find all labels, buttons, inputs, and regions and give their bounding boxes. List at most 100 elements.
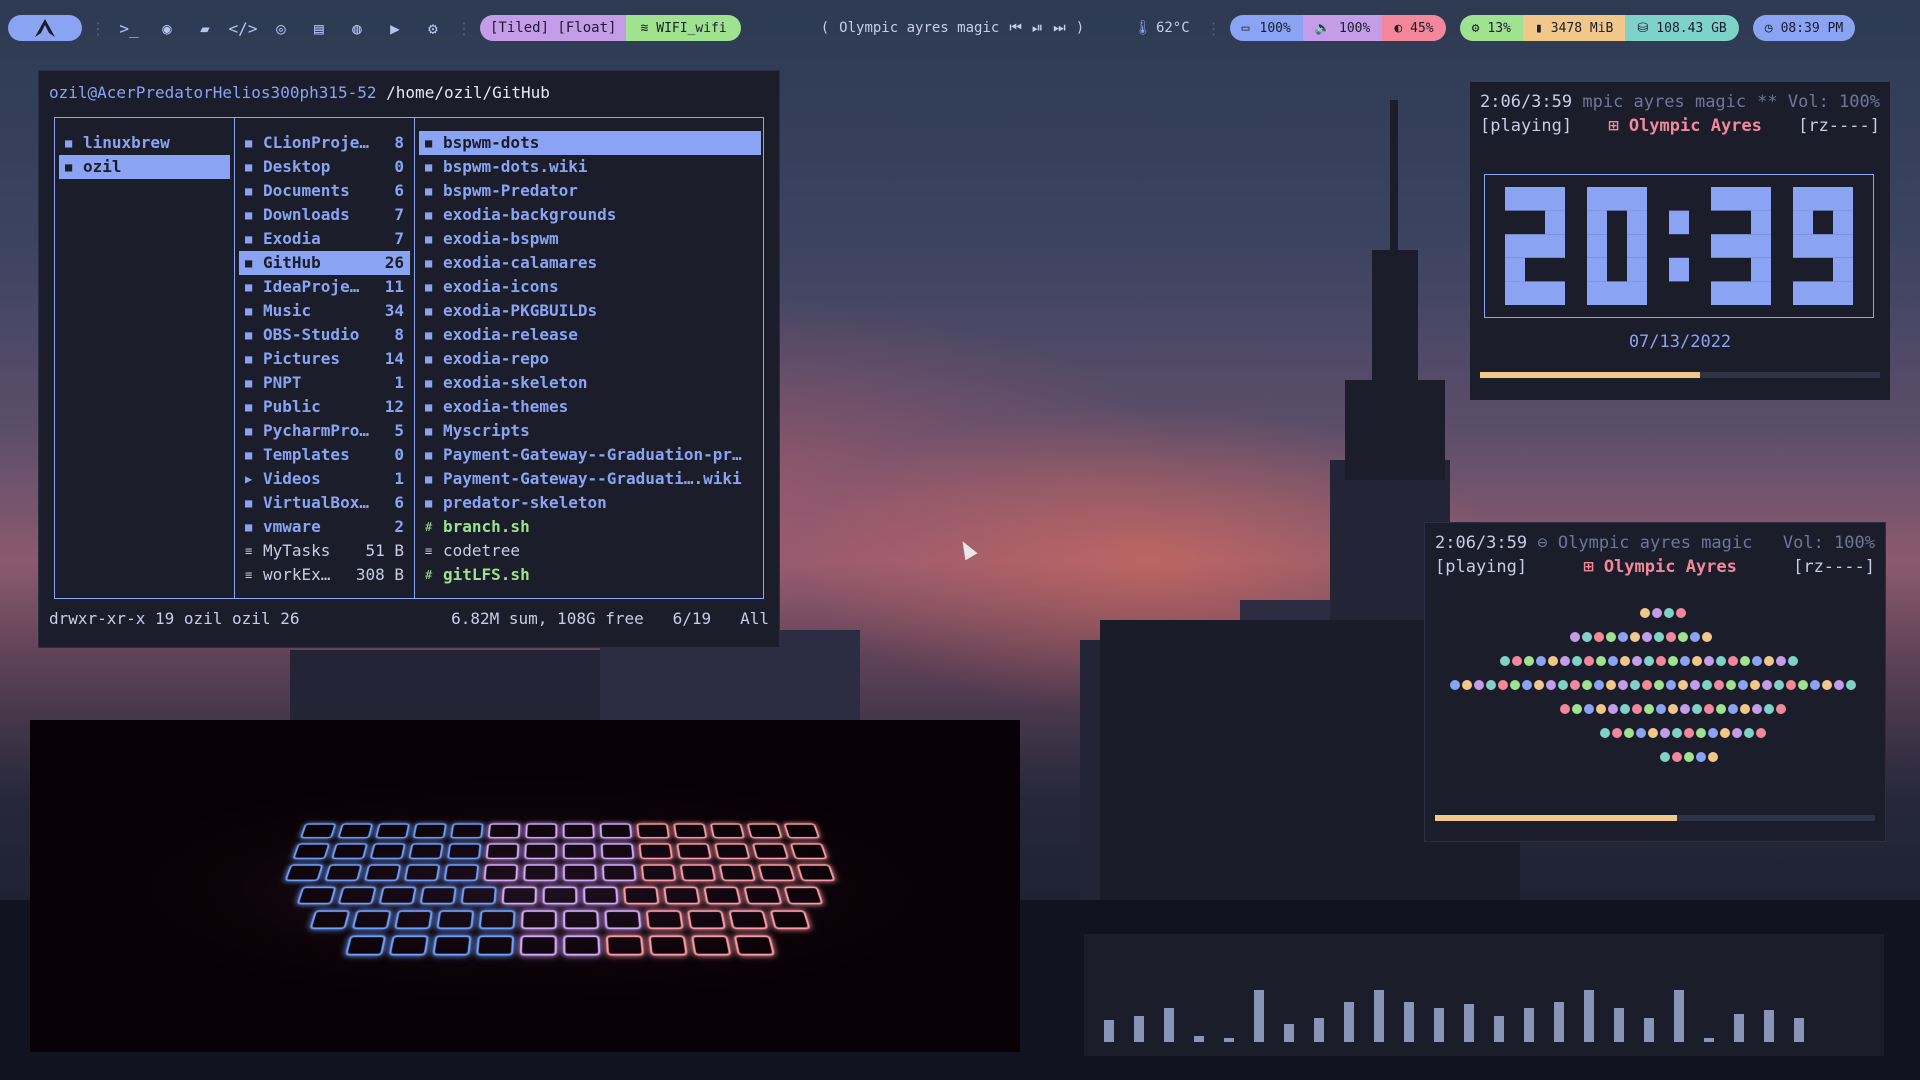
visualizer-dot bbox=[1678, 680, 1688, 690]
keyboard-key bbox=[796, 864, 836, 882]
folder-row[interactable]: ■ exodia-skeleton bbox=[419, 371, 761, 395]
folder-icon: ■ bbox=[425, 184, 433, 198]
folder-row[interactable]: ■ CLionProje… 8 bbox=[239, 131, 410, 155]
folder-row[interactable]: ■ Pictures 14 bbox=[239, 347, 410, 371]
visualizer-dot bbox=[1548, 656, 1558, 666]
system-group: ⚙ 13% ▮ 3478 MiB ⛁ 108.43 GB bbox=[1459, 15, 1739, 41]
preview-column: ■ bspwm-dots ■ bspwm-dots.wiki ■ bspwm-Predat… bbox=[415, 118, 765, 598]
arch-logo-icon[interactable] bbox=[8, 15, 82, 41]
folder-icon: ■ bbox=[425, 448, 433, 462]
folder-row[interactable]: ■ Myscripts bbox=[419, 419, 761, 443]
cpu-indicator: ⚙ 13% bbox=[1459, 15, 1523, 41]
visualizer-dot bbox=[1822, 680, 1832, 690]
firefox-icon[interactable]: ◉ bbox=[152, 15, 182, 41]
spectrum-bar bbox=[1254, 990, 1264, 1042]
folder-row[interactable]: ■ predator-skeleton bbox=[419, 491, 761, 515]
folder-row[interactable]: ■ Desktop 0 bbox=[239, 155, 410, 179]
visualizer-dot bbox=[1684, 728, 1694, 738]
folder-row[interactable]: ■ vmware 2 bbox=[239, 515, 410, 539]
previous-icon[interactable]: ⏮ bbox=[1009, 20, 1022, 36]
audio-spectrum bbox=[1084, 934, 1884, 1056]
folder-row[interactable]: ■ ozil bbox=[59, 155, 230, 179]
youtube-icon[interactable]: ▶ bbox=[380, 15, 410, 41]
visualizer-dot bbox=[1776, 656, 1786, 666]
visualizer-dot bbox=[1690, 680, 1700, 690]
wifi-indicator[interactable]: ≋ WIFI_wifi bbox=[626, 15, 741, 41]
notes-icon[interactable]: ▤ bbox=[304, 15, 334, 41]
progress-bar[interactable] bbox=[1480, 372, 1880, 378]
keyboard-key bbox=[351, 910, 392, 930]
folder-row[interactable]: ■ exodia-icons bbox=[419, 275, 761, 299]
entry-name: vmware bbox=[263, 517, 321, 536]
pause-icon[interactable]: ⏯ bbox=[1032, 20, 1043, 36]
spectrum-bar bbox=[1134, 1016, 1144, 1042]
chat-icon[interactable]: ◍ bbox=[342, 15, 372, 41]
file-row[interactable]: # gitLFS.sh bbox=[419, 563, 761, 587]
folder-row[interactable]: ■ Payment-Gateway--Graduation-pr… bbox=[419, 443, 761, 467]
folder-row[interactable]: ■ exodia-release bbox=[419, 323, 761, 347]
volume-indicator[interactable]: 🔈 100% bbox=[1302, 15, 1383, 41]
folder-row[interactable]: ■ Documents 6 bbox=[239, 179, 410, 203]
volume-text: Vol: 100% bbox=[1782, 533, 1875, 553]
code-icon[interactable]: </> bbox=[228, 15, 258, 41]
brightness-indicator[interactable]: ◐ 45% bbox=[1382, 15, 1446, 41]
entry-name: OBS-Studio bbox=[263, 325, 360, 344]
folder-icon[interactable]: ▰ bbox=[190, 15, 220, 41]
battery-indicator[interactable]: ▭ 100% bbox=[1229, 15, 1303, 41]
folder-row[interactable]: ▶ Videos 1 bbox=[239, 467, 410, 491]
folder-row[interactable]: ■ exodia-repo bbox=[419, 347, 761, 371]
terminal-icon[interactable]: >_ bbox=[114, 15, 144, 41]
clock-pixel bbox=[1627, 187, 1647, 211]
github-icon[interactable]: ◎ bbox=[266, 15, 296, 41]
folder-row[interactable]: ■ exodia-calamares bbox=[419, 251, 761, 275]
folder-row[interactable]: ■ Downloads 7 bbox=[239, 203, 410, 227]
folder-row[interactable]: ■ exodia-backgrounds bbox=[419, 203, 761, 227]
visualizer-dot bbox=[1708, 728, 1718, 738]
entry-name: Desktop bbox=[263, 157, 331, 176]
file-row[interactable]: ≡ workEx… 308 B bbox=[239, 563, 410, 587]
folder-row[interactable]: ■ VirtualBox… 6 bbox=[239, 491, 410, 515]
progress-bar[interactable] bbox=[1435, 815, 1875, 821]
file-row[interactable]: ≡ MyTasks 51 B bbox=[239, 539, 410, 563]
folder-row[interactable]: ■ IdeaProje… 11 bbox=[239, 275, 410, 299]
clock-pixel bbox=[1525, 187, 1545, 211]
folder-row[interactable]: ■ PycharmPro… 5 bbox=[239, 419, 410, 443]
clock-pixel bbox=[1505, 234, 1525, 258]
folder-row[interactable]: ■ Templates 0 bbox=[239, 443, 410, 467]
next-icon[interactable]: ⏭ bbox=[1053, 20, 1066, 36]
folder-row[interactable]: ■ exodia-themes bbox=[419, 395, 761, 419]
status-right: 6.82M sum, 108G free 6/19 All bbox=[451, 609, 769, 628]
keyboard-key bbox=[645, 910, 684, 930]
music-controls: ( Olympic ayres magic ⏮ ⏯ ⏭ ) bbox=[821, 20, 1084, 36]
tower-antenna bbox=[1390, 100, 1398, 260]
folder-row[interactable]: ■ linuxbrew bbox=[59, 131, 230, 155]
folder-row[interactable]: ■ exodia-PKGBUILDs bbox=[419, 299, 761, 323]
folder-row[interactable]: ■ bspwm-dots bbox=[419, 131, 761, 155]
entry-name: exodia-repo bbox=[443, 349, 549, 368]
gear-icon[interactable]: ⚙ bbox=[418, 15, 448, 41]
entry-name: predator-skeleton bbox=[443, 493, 607, 512]
folder-row[interactable]: ■ Exodia 7 bbox=[239, 227, 410, 251]
folder-row[interactable]: ■ GitHub 26 bbox=[239, 251, 410, 275]
folder-icon: ■ bbox=[425, 352, 433, 366]
folder-row[interactable]: ■ bspwm-Predator bbox=[419, 179, 761, 203]
folder-row[interactable]: ■ OBS-Studio 8 bbox=[239, 323, 410, 347]
file-row[interactable]: # branch.sh bbox=[419, 515, 761, 539]
entry-name: Myscripts bbox=[443, 421, 530, 440]
layout-indicator[interactable]: [Tiled] [Float] bbox=[480, 15, 627, 41]
folder-row[interactable]: ■ Music 34 bbox=[239, 299, 410, 323]
folder-row[interactable]: ■ exodia-bspwm bbox=[419, 227, 761, 251]
parent-column: ■ linuxbrew ■ ozil bbox=[55, 118, 235, 598]
visualizer-dot bbox=[1596, 656, 1606, 666]
file-manager-window[interactable]: ozil@AcerPredatorHelios300ph315-52 /home… bbox=[38, 70, 780, 648]
entry-name: Videos bbox=[263, 469, 321, 488]
folder-row[interactable]: ■ Payment-Gateway--Graduati….wiki bbox=[419, 467, 761, 491]
clock-indicator[interactable]: ◷ 08:39 PM bbox=[1752, 15, 1856, 41]
folder-icon: ■ bbox=[425, 280, 433, 294]
entry-name: exodia-backgrounds bbox=[443, 205, 617, 224]
folder-row[interactable]: ■ PNPT 1 bbox=[239, 371, 410, 395]
folder-row[interactable]: ■ bspwm-dots.wiki bbox=[419, 155, 761, 179]
folder-row[interactable]: ■ Public 12 bbox=[239, 395, 410, 419]
visualizer-dot bbox=[1678, 632, 1688, 642]
file-row[interactable]: ≡ codetree bbox=[419, 539, 761, 563]
